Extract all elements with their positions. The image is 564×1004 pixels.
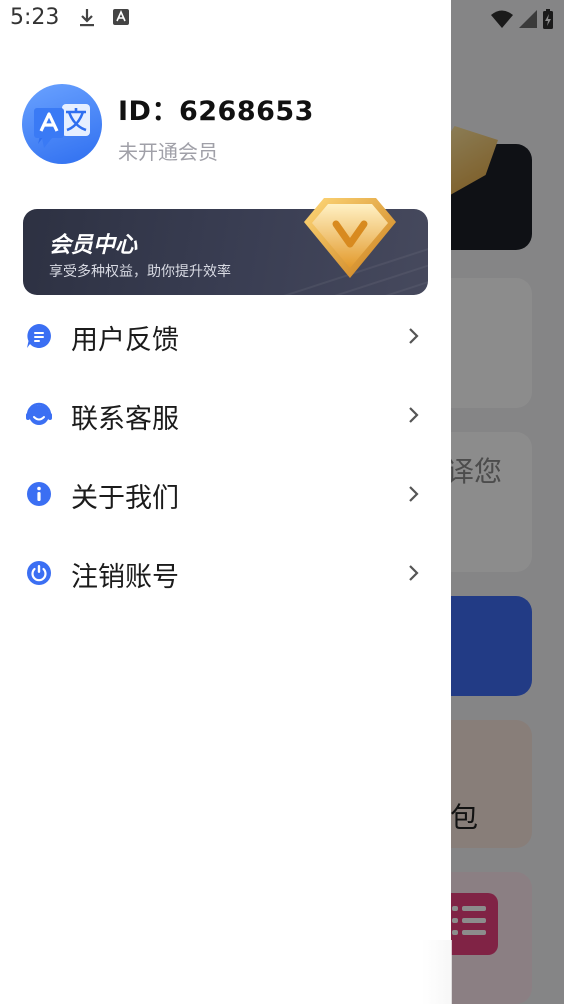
menu-item-delete-account[interactable]: 注销账号 xyxy=(0,533,451,612)
chevron-right-icon xyxy=(409,328,419,344)
feedback-icon xyxy=(27,324,51,348)
menu-item-label: 关于我们 xyxy=(71,483,179,514)
gold-gem-icon xyxy=(304,198,396,278)
menu-item-contact-support[interactable]: 联系客服 xyxy=(0,375,451,454)
chevron-right-icon xyxy=(409,407,419,423)
wifi-icon xyxy=(491,10,513,28)
info-icon xyxy=(27,482,51,506)
signal-icon xyxy=(519,10,537,28)
status-bar-right xyxy=(490,8,554,30)
battery-icon xyxy=(543,9,553,29)
status-time: 5:23 xyxy=(10,5,60,30)
drawer-menu: 用户反馈 联系客服 关于我们 注销账号 xyxy=(0,296,451,612)
avatar[interactable] xyxy=(22,84,102,164)
menu-item-about-us[interactable]: 关于我们 xyxy=(0,454,451,533)
navigation-drawer: 5:23 ID：6268653 未开通会员 会员中心 享受多种权益，助你提升效率 xyxy=(0,0,451,1004)
app-notification-icon xyxy=(113,9,129,25)
menu-item-feedback[interactable]: 用户反馈 xyxy=(0,296,451,375)
vip-center-subtitle: 享受多种权益，助你提升效率 xyxy=(49,264,231,280)
chevron-right-icon xyxy=(409,486,419,502)
membership-status: 未开通会员 xyxy=(118,140,218,164)
menu-item-label: 注销账号 xyxy=(71,562,179,593)
vip-center-title: 会员中心 xyxy=(49,233,138,258)
power-icon xyxy=(27,561,51,585)
menu-item-label: 联系客服 xyxy=(71,404,179,435)
status-bar: 5:23 xyxy=(0,0,451,38)
menu-item-label: 用户反馈 xyxy=(71,325,179,356)
translate-logo-icon xyxy=(34,104,90,148)
chevron-right-icon xyxy=(409,565,419,581)
drawer-edge xyxy=(422,940,452,1004)
user-id: ID：6268653 xyxy=(118,96,314,127)
headset-icon xyxy=(26,402,52,425)
download-icon xyxy=(80,9,94,27)
